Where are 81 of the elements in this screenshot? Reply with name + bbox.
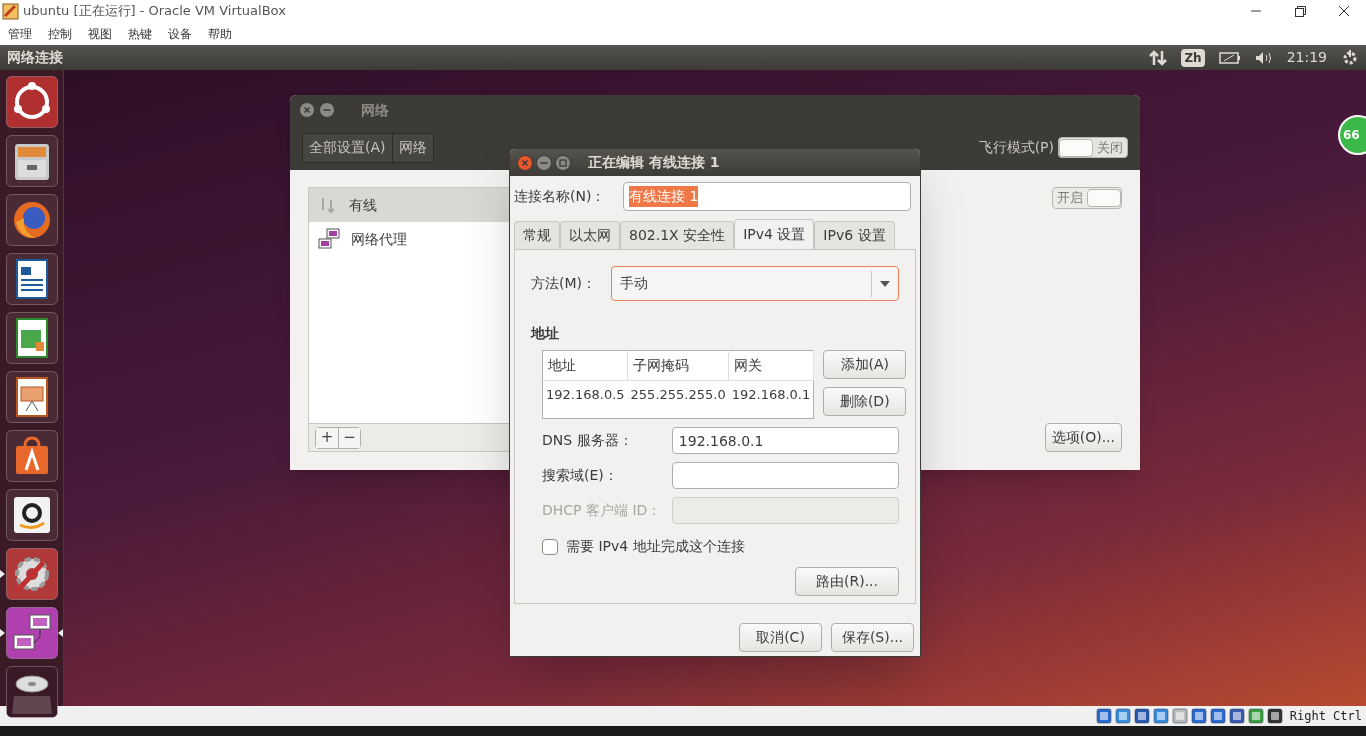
input-field[interactable] [671,462,899,489]
window-title: 网络 [361,100,389,120]
menu-item[interactable]: 管理 [8,24,34,43]
checkbox[interactable] [542,538,558,555]
wrench-gear-icon[interactable] [5,548,58,600]
switch-label: 关闭 [1096,138,1124,157]
window-title: ubuntu [正在运行] - Oracle VM VirtualBox [23,2,286,21]
restore-icon[interactable] [1292,3,1308,19]
host-key-label: Right Ctrl [1289,708,1362,725]
table-cell: 192.168.0.1 [728,380,814,419]
routes-button[interactable]: 路由(R)... [795,567,899,596]
app-icon [2,2,19,20]
menu-item[interactable]: 视图 [88,24,114,43]
options-button[interactable]: 选项(O)... [1044,423,1122,452]
add-button[interactable]: + [316,427,338,448]
minimize-icon[interactable] [536,154,552,171]
network-arrows-icon[interactable] [1149,49,1168,66]
network-icon [317,228,341,250]
tab[interactable]: 802.1X 安全性 [620,221,735,249]
table-action-button[interactable]: 添加(A) [823,350,907,379]
remove-button[interactable]: − [338,427,360,448]
spreadsheet-icon[interactable] [5,312,58,364]
dialog-button[interactable]: 保存(S)... [831,623,914,652]
presentation-icon[interactable] [5,371,58,423]
dialog-button[interactable]: 取消(C) [739,623,822,652]
switch-knob [1087,188,1121,207]
volume-icon[interactable] [1254,50,1273,65]
field-label: 方法(M)： [531,274,597,293]
maximize-icon[interactable] [555,154,571,171]
table-action-button[interactable]: 删除(D) [823,387,907,416]
firefox-icon[interactable] [5,194,58,246]
table-cell: 192.168.0.5 [542,380,628,419]
menu-item[interactable]: 设备 [168,24,194,43]
text-document-icon[interactable] [5,253,58,305]
device-status-icon[interactable] [1133,708,1150,724]
network-icon[interactable] [5,607,58,659]
breadcrumb-button[interactable]: 全部设置(A) [303,133,392,162]
switch-knob [1059,138,1093,157]
notification-badge: 66 [1338,115,1366,155]
checkbox-label: 需要 IPv4 地址完成这个连接 [566,537,745,556]
input-field[interactable]: 192.168.0.1 [671,427,899,454]
method-dropdown[interactable]: 手动 [611,266,899,301]
column-header: 地址 [542,350,628,381]
toggle-switch[interactable]: 关闭 [1058,136,1128,159]
close-icon[interactable] [1336,3,1352,19]
tab[interactable]: 以太网 [560,221,620,249]
dropdown-arrow-icon [879,279,891,288]
toggle-switch[interactable]: 开启 [1052,187,1122,209]
power-gear-icon[interactable] [1341,48,1359,67]
clock: 21:19 [1286,48,1327,67]
panel-title: 网络连接 [7,48,63,67]
field-label: 连接名称(N)： [514,187,607,206]
dialog-title: 正在编辑 有线连接 1 [588,153,720,172]
tab[interactable]: IPv4 设置 [734,219,815,249]
device-status-icon[interactable] [1209,708,1226,724]
device-status-icon[interactable] [1095,708,1112,724]
ubuntu-logo-icon[interactable] [5,76,58,128]
column-header: 网关 [728,350,814,381]
switch-label: 开启 [1056,189,1084,207]
device-item[interactable]: 有线 [309,188,509,222]
field-label: 搜索域(E)： [542,466,619,485]
device-status-icon[interactable] [1266,708,1283,724]
field-label: DHCP 客户端 ID： [542,501,663,520]
menu-item[interactable]: 帮助 [208,24,234,43]
airplane-mode-label: 飞行模式(P) [978,138,1054,157]
table-cell: 255.255.255.0 [627,380,729,419]
shopping-bag-icon[interactable] [5,430,58,482]
device-status-icon[interactable] [1228,708,1245,724]
field-label: DNS 服务器： [542,431,634,450]
device-status-icon[interactable] [1190,708,1207,724]
tab[interactable]: IPv6 设置 [814,221,895,249]
breadcrumb-button[interactable]: 网络 [391,133,433,162]
minimize-icon[interactable] [319,102,335,118]
column-header: 子网掩码 [627,350,729,381]
battery-icon[interactable] [1218,51,1241,64]
menu-item[interactable]: 控制 [48,24,74,43]
section-heading: 地址 [531,324,560,343]
tab[interactable]: 常规 [514,221,560,249]
file-cabinet-icon[interactable] [5,135,58,187]
input-method-indicator[interactable]: Zh [1181,48,1205,67]
menu-item[interactable]: 热键 [128,24,154,43]
